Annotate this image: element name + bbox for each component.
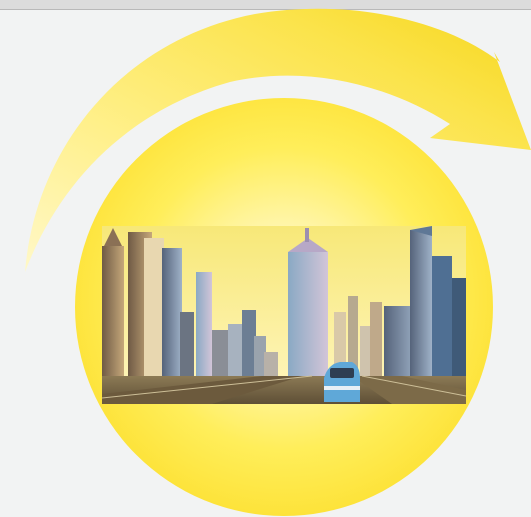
tower-left-6 <box>196 272 212 388</box>
tower-center-spire <box>305 228 309 242</box>
dubai-skyline-photo <box>102 226 466 404</box>
tower-right-6 <box>410 230 432 388</box>
train-stripe <box>324 386 360 390</box>
tower-left-4 <box>162 248 182 388</box>
tower-left-1 <box>102 246 124 386</box>
train-window <box>330 368 354 378</box>
tower-right-8 <box>452 278 466 388</box>
tower-right-4 <box>370 302 382 388</box>
tower-right-7 <box>432 256 452 388</box>
illustration-canvas <box>0 0 531 517</box>
tower-left-3 <box>144 238 164 388</box>
tower-center <box>288 252 328 388</box>
